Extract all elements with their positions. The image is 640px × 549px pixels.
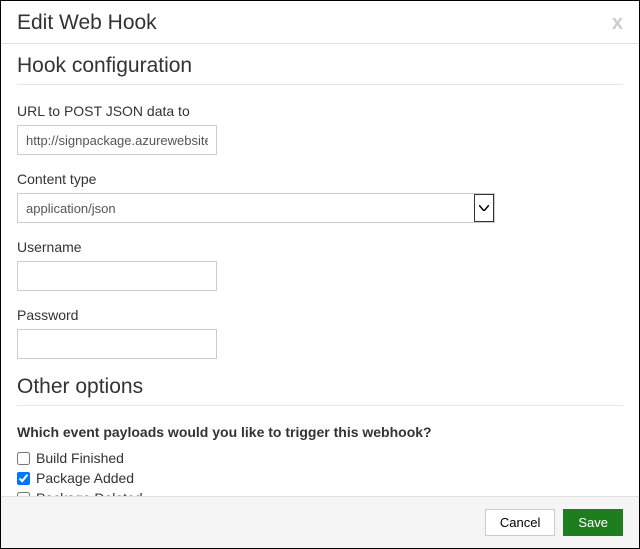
modal-header: Edit Web Hook x	[1, 1, 639, 44]
content-type-select[interactable]	[17, 193, 495, 223]
modal-body[interactable]: Hook configuration URL to POST JSON data…	[1, 44, 639, 496]
username-label: Username	[17, 239, 623, 255]
password-input[interactable]	[17, 329, 217, 359]
url-input[interactable]	[17, 125, 217, 155]
event-label: Package Added	[36, 470, 134, 486]
event-package-added-checkbox[interactable]	[17, 472, 30, 485]
event-package-added-row: Package Added	[17, 470, 623, 486]
cancel-button[interactable]: Cancel	[485, 509, 555, 536]
event-question: Which event payloads would you like to t…	[17, 424, 623, 440]
password-label: Password	[17, 307, 623, 323]
content-type-select-wrap	[17, 193, 495, 223]
divider	[17, 84, 623, 85]
event-build-finished-row: Build Finished	[17, 450, 623, 466]
other-options-heading: Other options	[17, 375, 623, 399]
divider	[17, 405, 623, 406]
url-label: URL to POST JSON data to	[17, 103, 623, 119]
modal-title: Edit Web Hook	[17, 11, 157, 35]
hook-config-heading: Hook configuration	[17, 54, 623, 78]
content-type-label: Content type	[17, 171, 623, 187]
event-build-finished-checkbox[interactable]	[17, 452, 30, 465]
close-button[interactable]: x	[612, 13, 623, 33]
save-button[interactable]: Save	[563, 509, 623, 536]
username-input[interactable]	[17, 261, 217, 291]
edit-webhook-modal: Edit Web Hook x Hook configuration URL t…	[1, 1, 639, 548]
modal-footer: Cancel Save	[1, 496, 639, 548]
event-label: Build Finished	[36, 450, 124, 466]
